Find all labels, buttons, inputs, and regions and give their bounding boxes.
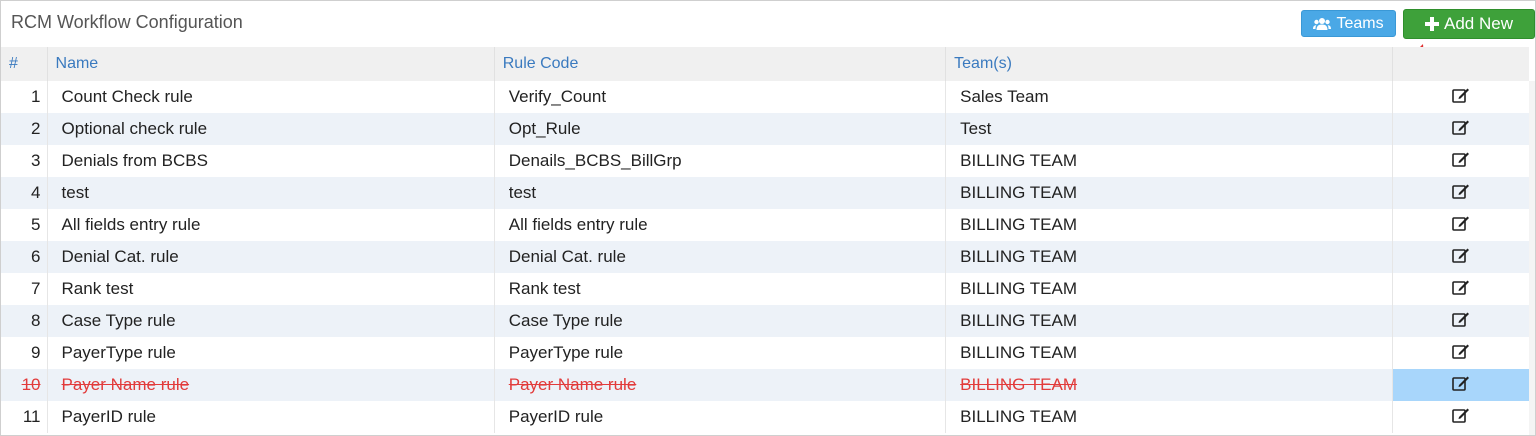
rule-team: BILLING TEAM (945, 337, 1393, 369)
rule-name: Denials from BCBS (47, 145, 495, 177)
edit-icon[interactable] (1452, 151, 1470, 172)
rule-team: BILLING TEAM (945, 241, 1393, 273)
edit-cell (1392, 337, 1529, 369)
table-row[interactable]: 4 test test BILLING TEAM (1, 177, 1529, 209)
row-number: 4 (1, 177, 48, 209)
table-row[interactable]: 6 Denial Cat. rule Denial Cat. rule BILLING… (1, 241, 1529, 273)
table-row[interactable]: 8 Case Type rule Case Type rule BILLING TEA… (1, 305, 1529, 337)
rule-team: BILLING TEAM (945, 209, 1393, 241)
teams-button[interactable]: Teams (1301, 10, 1396, 37)
edit-cell (1392, 177, 1529, 209)
row-number: 1 (1, 81, 48, 113)
rule-code: Rank test (494, 273, 947, 305)
edit-icon[interactable] (1452, 215, 1470, 236)
rule-code: Denial Cat. rule (494, 241, 947, 273)
edit-cell (1392, 241, 1529, 273)
edit-icon[interactable] (1452, 183, 1470, 204)
edit-cell (1392, 273, 1529, 305)
rule-name: test (47, 177, 495, 209)
page-title: RCM Workflow Configuration (11, 12, 243, 32)
table-row[interactable]: 7 Rank test Rank test BILLING TEAM (1, 273, 1529, 305)
column-header-number[interactable]: # (1, 47, 48, 81)
table-row[interactable]: 5 All fields entry rule All fields entry r… (1, 209, 1529, 241)
rule-code: test (494, 177, 947, 209)
edit-cell (1392, 305, 1529, 337)
rule-code: Denails_BCBS_BillGrp (494, 145, 947, 177)
table-row[interactable]: 2 Optional check rule Opt_Rule Test (1, 113, 1529, 145)
row-number: 5 (1, 209, 48, 241)
column-header-teams[interactable]: Team(s) (945, 47, 1393, 81)
rule-code: Case Type rule (494, 305, 947, 337)
edit-cell (1392, 369, 1529, 401)
rule-name: Case Type rule (47, 305, 495, 337)
edit-icon[interactable] (1452, 279, 1470, 300)
row-number: 7 (1, 273, 48, 305)
rule-team: BILLING TEAM (945, 369, 1393, 401)
rule-code: PayerType rule (494, 337, 947, 369)
column-header-actions (1392, 47, 1529, 81)
row-number: 2 (1, 113, 48, 145)
rule-team: Test (945, 113, 1393, 145)
table-row[interactable]: 11 PayerID rule PayerID rule BILLING TEAM (1, 401, 1529, 433)
rule-name: PayerType rule (47, 337, 495, 369)
rule-code: Verify_Count (494, 81, 947, 113)
rule-code: All fields entry rule (494, 209, 947, 241)
row-number: 8 (1, 305, 48, 337)
vertical-scrollbar[interactable] (1529, 81, 1535, 435)
rule-team: Sales Team (945, 81, 1393, 113)
column-header-rule-code[interactable]: Rule Code (494, 47, 947, 81)
edit-cell (1392, 401, 1529, 433)
edit-cell (1392, 81, 1529, 113)
table-header-row: # Name Rule Code Team(s) (1, 47, 1529, 81)
rule-code: Payer Name rule (494, 369, 947, 401)
rule-team: BILLING TEAM (945, 401, 1393, 433)
rule-team: BILLING TEAM (945, 273, 1393, 305)
rules-table: # Name Rule Code Team(s) 1 Count Check ru… (1, 47, 1529, 433)
workflow-panel: RCM Workflow Configuration Teams Add New… (0, 0, 1536, 436)
rule-name: PayerID rule (47, 401, 495, 433)
panel-header: RCM Workflow Configuration Teams Add New (1, 1, 1535, 47)
rule-team: BILLING TEAM (945, 305, 1393, 337)
table-row[interactable]: 1 Count Check rule Verify_Count Sales Team (1, 81, 1529, 113)
add-new-button[interactable]: Add New (1403, 9, 1535, 39)
rule-name: Denial Cat. rule (47, 241, 495, 273)
table-row[interactable]: 10 Payer Name rule Payer Name rule BILLING … (1, 369, 1529, 401)
plus-icon (1425, 17, 1439, 31)
edit-icon[interactable] (1452, 407, 1470, 428)
rule-name: Rank test (47, 273, 495, 305)
row-number: 9 (1, 337, 48, 369)
row-number: 6 (1, 241, 48, 273)
rule-name: Optional check rule (47, 113, 495, 145)
rule-team: BILLING TEAM (945, 177, 1393, 209)
users-icon (1313, 17, 1332, 31)
edit-cell (1392, 113, 1529, 145)
edit-icon[interactable] (1452, 343, 1470, 364)
rule-code: PayerID rule (494, 401, 947, 433)
column-header-name[interactable]: Name (47, 47, 495, 81)
edit-icon[interactable] (1452, 87, 1470, 108)
rule-code: Opt_Rule (494, 113, 947, 145)
edit-icon[interactable] (1452, 311, 1470, 332)
rule-name: All fields entry rule (47, 209, 495, 241)
rule-team: BILLING TEAM (945, 145, 1393, 177)
rule-name: Count Check rule (47, 81, 495, 113)
rule-name: Payer Name rule (47, 369, 495, 401)
teams-button-label: Teams (1336, 14, 1384, 32)
table-row[interactable]: 3 Denials from BCBS Denails_BCBS_BillGrp BI… (1, 145, 1529, 177)
row-number: 3 (1, 145, 48, 177)
add-new-button-label: Add New (1444, 14, 1513, 33)
row-number: 11 (1, 401, 48, 433)
row-number: 10 (1, 369, 48, 401)
edit-icon[interactable] (1452, 375, 1470, 396)
edit-cell (1392, 145, 1529, 177)
edit-icon[interactable] (1452, 119, 1470, 140)
edit-cell (1392, 209, 1529, 241)
edit-icon[interactable] (1452, 247, 1470, 268)
table-row[interactable]: 9 PayerType rule PayerType rule BILLING TEA… (1, 337, 1529, 369)
